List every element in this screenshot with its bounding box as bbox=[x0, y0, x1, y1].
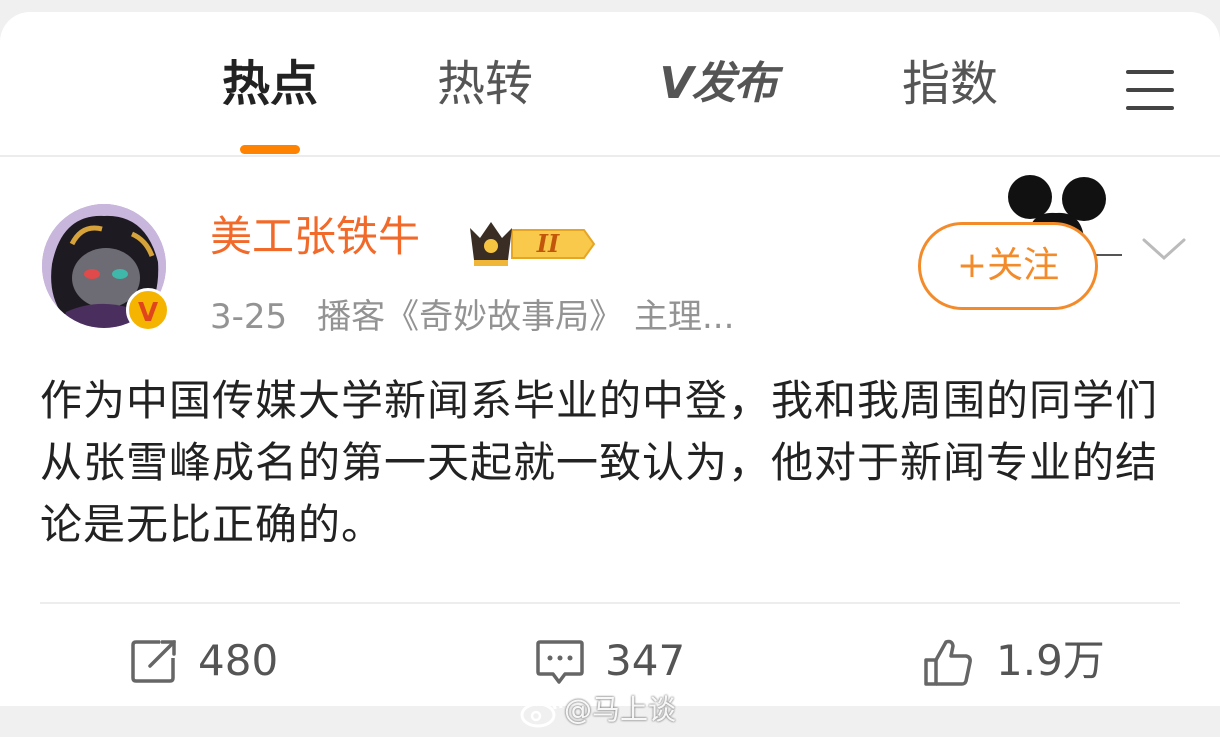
post-text: 作为中国传媒大学新闻系毕业的中登，我和我周围的同学们从张雪峰成名的第一天起就一致… bbox=[40, 376, 1159, 549]
vip-level-text: II bbox=[536, 229, 560, 258]
watermark-text: @马上谈 bbox=[564, 693, 677, 726]
post-meta: 3-25 播客《奇妙故事局》 主理... bbox=[210, 292, 734, 342]
post-card: 热点 热转 V发布 指数 V 美工张铁牛 II 3-25 播客《奇妙故事局》 主… bbox=[0, 12, 1220, 706]
watermark: @马上谈 bbox=[520, 690, 676, 730]
username[interactable]: 美工张铁牛 bbox=[210, 210, 420, 264]
tabs-divider bbox=[0, 155, 1220, 157]
follow-button[interactable]: +关注 bbox=[918, 222, 1098, 310]
tab-hot-repost[interactable]: 热转 bbox=[425, 54, 545, 114]
weibo-logo-icon bbox=[520, 696, 563, 728]
comment-count: 347 bbox=[605, 636, 686, 685]
like-button[interactable]: 1.9万 bbox=[922, 626, 1122, 696]
comment-icon bbox=[536, 640, 584, 684]
chevron-down-icon[interactable] bbox=[1140, 228, 1188, 268]
crown-badge-icon: II bbox=[470, 222, 596, 266]
verified-icon: V bbox=[126, 288, 170, 332]
tab-index[interactable]: 指数 bbox=[890, 54, 1010, 114]
top-tab-bar: 热点 热转 V发布 指数 bbox=[0, 12, 1220, 154]
tab-v-publish[interactable]: V发布 bbox=[645, 54, 790, 114]
repost-icon bbox=[131, 640, 176, 683]
like-count: 1.9万 bbox=[996, 636, 1105, 685]
repost-count: 480 bbox=[198, 636, 279, 685]
post-time: 3-25 bbox=[210, 297, 288, 337]
menu-icon[interactable] bbox=[1126, 68, 1174, 112]
action-divider bbox=[40, 602, 1180, 604]
tab-hot[interactable]: 热点 bbox=[205, 54, 335, 114]
comment-button[interactable]: 347 bbox=[535, 626, 715, 696]
active-tab-indicator bbox=[240, 145, 300, 154]
post-source: 播客《奇妙故事局》 主理... bbox=[317, 297, 735, 337]
like-icon bbox=[924, 639, 972, 686]
repost-button[interactable]: 480 bbox=[130, 626, 310, 696]
